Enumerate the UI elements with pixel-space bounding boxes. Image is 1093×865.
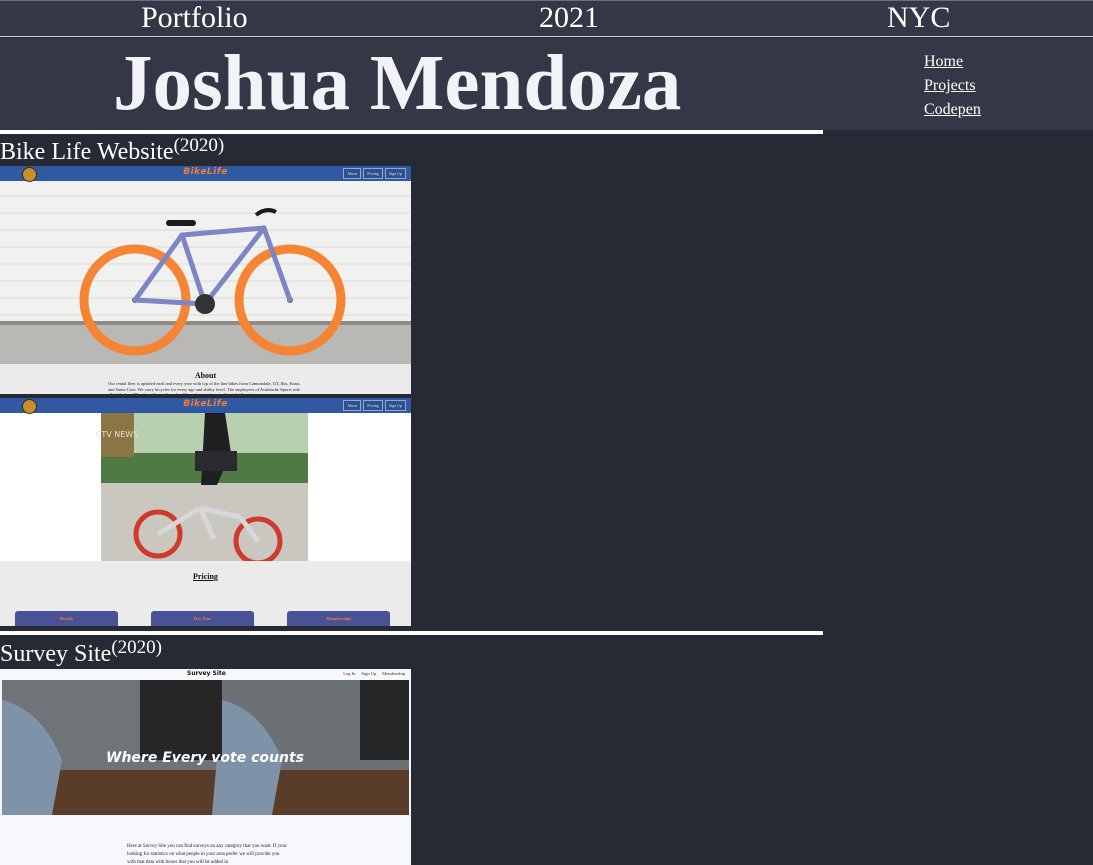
bike-pricing-section: Pricing Hourly Day Pass Membership — [0, 561, 411, 626]
survey-nav-membership: Membership — [382, 671, 405, 676]
bike-about-text: Our rental fleet is updated each and eve… — [108, 381, 301, 394]
main-nav: Home Projects Codepen — [924, 50, 981, 122]
project-year: (2020) — [173, 135, 225, 156]
nav-link-home[interactable]: Home — [924, 50, 981, 74]
cyclist-photo: CTV NEWS — [0, 413, 411, 566]
bike-life-nav-buttons: About Pricing Sign Up — [343, 400, 406, 411]
header: Joshua Mendoza Home Projects Codepen — [0, 38, 1093, 130]
page-title: Joshua Mendoza — [113, 40, 682, 127]
survey-body-section: Here at Survey Site you can find surveys… — [0, 816, 411, 865]
bike-about-section: About Our rental fleet is updated each a… — [0, 364, 411, 394]
ctv-news-badge: CTV NEWS — [96, 430, 139, 439]
survey-site-navbar: Survey Site Log In Sign Up Membership — [0, 669, 411, 680]
section-divider — [0, 130, 823, 134]
bike-life-about-screenshot[interactable]: BikeLife About Pricing Sign Up About Our… — [0, 166, 411, 394]
bike-nav-pricing: Pricing — [363, 168, 383, 179]
bike-life-navbar: BikeLife About Pricing Sign Up — [0, 398, 411, 414]
survey-hero-heading: Where Every vote counts — [106, 750, 304, 766]
bike-nav-about: About — [343, 168, 362, 179]
topbar-portfolio-label: Portfolio — [141, 1, 248, 34]
survey-nav-login: Log In — [343, 671, 356, 676]
project-title-survey-site: Survey Site(2020) — [0, 637, 162, 667]
nav-link-projects[interactable]: Projects — [924, 74, 981, 98]
survey-nav-signup: Sign Up — [361, 671, 377, 676]
survey-site-screenshot[interactable]: Survey Site Log In Sign Up Membership Wh… — [0, 669, 411, 865]
bike-nav-pricing: Pricing — [363, 400, 383, 411]
bike-nav-about: About — [343, 400, 362, 411]
price-button-hourly: Hourly — [15, 611, 118, 626]
project-title-text: Bike Life Website — [0, 139, 174, 165]
nav-link-codepen[interactable]: Codepen — [924, 98, 981, 122]
price-button-day-pass: Day Pass — [151, 611, 254, 626]
top-bar: Portfolio 2021 NYC — [0, 0, 1093, 37]
project-year: (2020) — [111, 637, 162, 658]
survey-site-brand: Survey Site — [187, 670, 226, 677]
bike-pricing-title: Pricing — [193, 572, 218, 581]
section-divider — [0, 631, 823, 635]
bike-photo — [0, 181, 411, 364]
survey-nav-links: Log In Sign Up Membership — [343, 671, 405, 676]
survey-body-text: Here at Survey Site you can find surveys… — [127, 844, 287, 865]
bike-nav-signup: Sign Up — [384, 400, 406, 411]
bike-about-title: About — [194, 371, 217, 380]
project-title-text: Survey Site — [0, 641, 112, 667]
topbar-year: 2021 — [539, 1, 599, 34]
survey-hero-image: Where Every vote counts — [0, 680, 411, 816]
bike-life-nav-buttons: About Pricing Sign Up — [343, 168, 406, 179]
topbar-city: NYC — [887, 1, 951, 34]
bike-life-navbar: BikeLife About Pricing Sign Up — [0, 166, 411, 182]
project-title-bike-life: Bike Life Website(2020) — [0, 135, 224, 165]
price-button-membership: Membership — [287, 611, 390, 626]
bike-life-pricing-screenshot[interactable]: CTV NEWS BikeLife About Pricing Sign Up … — [0, 398, 411, 626]
bike-nav-signup: Sign Up — [384, 168, 406, 179]
